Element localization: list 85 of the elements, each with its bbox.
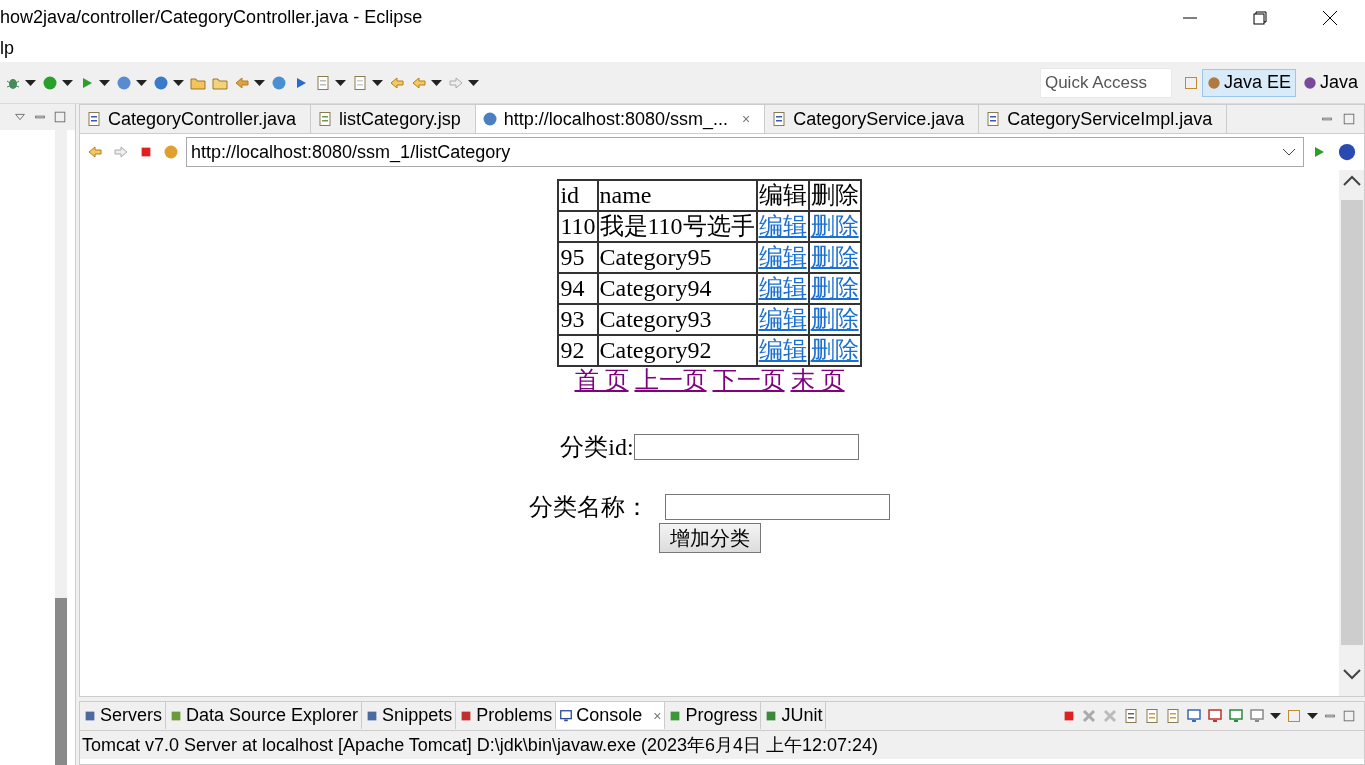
table-cell: 92 <box>558 335 598 366</box>
refresh-icon <box>163 144 179 160</box>
caret-icon <box>254 79 265 86</box>
remove-icon <box>1102 708 1118 724</box>
document-icon <box>317 111 334 127</box>
input-field[interactable] <box>633 434 859 460</box>
input-field[interactable] <box>665 494 890 520</box>
view-icon <box>559 708 574 723</box>
stop-icon <box>1062 709 1076 723</box>
perspective-icon <box>1302 75 1317 90</box>
globe-icon <box>153 74 169 91</box>
caret-icon <box>468 79 479 86</box>
monitor-icon <box>1249 708 1265 724</box>
caret-icon <box>431 79 442 86</box>
quick-access-field[interactable]: Quick Access <box>1039 67 1172 98</box>
document-icon <box>352 74 368 91</box>
table-cell: 我是110号选手 <box>597 211 757 242</box>
document-icon <box>1165 708 1181 724</box>
pager-link[interactable]: 下一页 <box>712 367 785 393</box>
globe-icon <box>481 111 498 127</box>
maximize-icon <box>1342 709 1356 723</box>
document-icon <box>1123 708 1139 724</box>
maximize-icon <box>1342 112 1356 126</box>
table-cell: 93 <box>558 304 598 335</box>
globe-icon <box>271 74 287 91</box>
document-icon <box>315 74 331 91</box>
editor-tab[interactable]: http://localhost:8080/ssm_... × <box>475 105 766 133</box>
minimize-icon <box>1183 16 1197 19</box>
table-cell: Category93 <box>597 304 757 335</box>
caret-icon <box>372 79 383 86</box>
scrollbar[interactable] <box>1339 170 1364 696</box>
java-file-icon <box>771 111 788 127</box>
java-file-icon <box>985 111 1002 127</box>
dropdown-icon[interactable] <box>1282 148 1296 156</box>
column-header: id <box>558 180 598 211</box>
window-icon <box>1286 708 1302 724</box>
perspective-button[interactable]: Java <box>1297 68 1363 97</box>
view-tab[interactable]: Console × <box>556 702 666 729</box>
field-label: 分类名称： <box>529 493 649 522</box>
caret-icon <box>136 79 147 86</box>
back-arrow-icon <box>389 74 405 91</box>
restore-icon <box>1253 10 1267 25</box>
menu-item[interactable]: lp <box>0 38 24 59</box>
caret-icon <box>335 79 346 86</box>
caret-icon <box>1307 713 1318 719</box>
pager-link[interactable]: 末 页 <box>790 367 845 393</box>
monitor-icon <box>1186 708 1202 724</box>
java-file-icon <box>86 111 102 127</box>
globe-icon <box>116 74 132 91</box>
table-cell: 94 <box>558 273 598 304</box>
maximize-icon <box>53 110 67 124</box>
column-header: name <box>597 180 757 211</box>
scrollbar[interactable] <box>55 130 67 765</box>
table-cell: 110 <box>558 211 598 242</box>
address-field[interactable]: http://localhost:8080/ssm_1/listCategory <box>186 137 1304 167</box>
perspective-icon <box>1206 75 1221 90</box>
pager-link[interactable]: 上一页 <box>634 367 707 393</box>
caret-icon <box>62 79 73 86</box>
pager-link[interactable]: 首 页 <box>574 367 629 393</box>
close-icon <box>1322 9 1338 26</box>
caret-icon <box>99 79 110 86</box>
stop-icon <box>139 145 153 159</box>
monitor-icon <box>1207 708 1223 724</box>
globe-icon <box>1337 142 1357 162</box>
play-icon <box>42 74 58 91</box>
window-title: how2java/controller/CategoryController.java - Eclipse <box>0 7 424 28</box>
window-icon <box>1182 74 1199 91</box>
forward-arrow-icon <box>448 74 464 91</box>
table-cell: Category95 <box>597 242 757 273</box>
caret-icon <box>25 79 36 86</box>
table-cell: Category92 <box>597 335 757 366</box>
field-label: 分类id: <box>560 433 634 462</box>
perspective-button[interactable]: Java EE <box>1201 68 1296 97</box>
table-cell: 95 <box>558 242 598 273</box>
add-category-button[interactable]: 增加分类 <box>658 523 761 553</box>
column-header: 删除 <box>808 180 861 211</box>
remove-icon <box>1081 708 1097 724</box>
back-arrow-icon <box>87 144 103 160</box>
caret-icon <box>1270 713 1281 719</box>
back-arrow-icon <box>411 74 427 91</box>
forward-arrow-icon <box>113 144 129 160</box>
console-header: Tomcat v7.0 Server at localhost [Apache Tomcat] D:\jdk\bin\javaw.exe (2023年6月4日 上午12:07:24) <box>80 731 1364 759</box>
table-cell: Category94 <box>597 273 757 304</box>
caret-icon <box>173 79 184 86</box>
column-header: 编辑 <box>756 180 809 211</box>
